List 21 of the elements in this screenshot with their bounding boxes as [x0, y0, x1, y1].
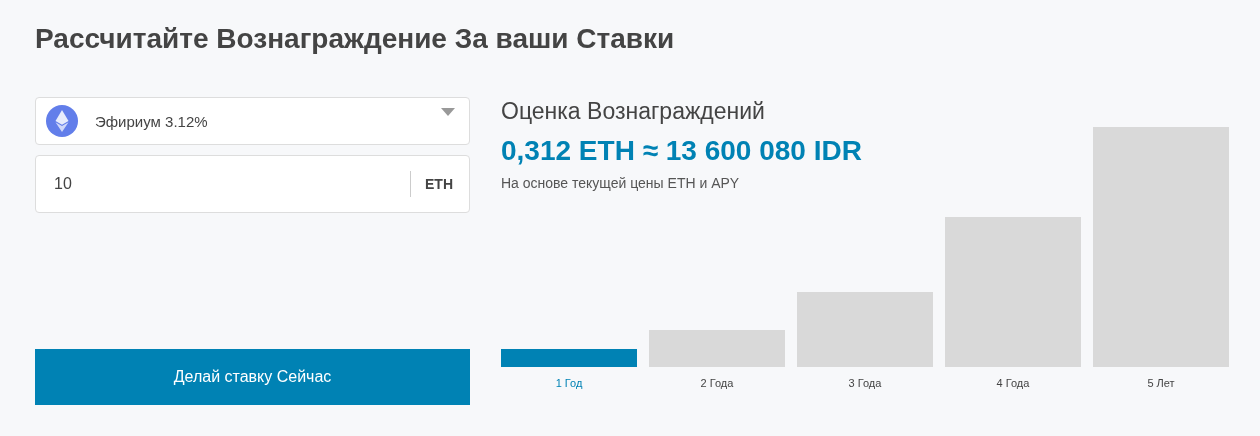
period-bar[interactable]	[945, 217, 1081, 367]
period-bar[interactable]	[797, 292, 933, 367]
page-title: Рассчитайте Вознаграждение За ваши Ставки	[35, 22, 676, 56]
period-label[interactable]: 1 Год	[501, 377, 637, 389]
ethereum-icon	[46, 105, 78, 137]
period-bar[interactable]	[501, 349, 637, 367]
period-label[interactable]: 2 Года	[649, 377, 785, 389]
period-bar[interactable]	[1093, 127, 1229, 367]
stake-button[interactable]: Делай ставку Сейчас	[35, 349, 470, 405]
reward-amount: 0,312 ETH ≈ 13 600 080 IDR	[501, 135, 862, 167]
unit-label: ETH	[410, 171, 453, 197]
period-bar[interactable]	[649, 330, 785, 367]
estimate-heading: Оценка Вознаграждений	[501, 97, 766, 125]
asset-select[interactable]: Эфириум 3.12%	[35, 97, 470, 145]
period-label[interactable]: 5 Лет	[1093, 377, 1229, 389]
amount-field[interactable]: 10 ETH	[35, 155, 470, 213]
period-label[interactable]: 3 Года	[797, 377, 933, 389]
estimate-note: На основе текущей цены ETH и APY	[501, 175, 741, 191]
caret-icon	[441, 108, 455, 116]
amount-value: 10	[54, 175, 73, 193]
period-label[interactable]: 4 Года	[945, 377, 1081, 389]
